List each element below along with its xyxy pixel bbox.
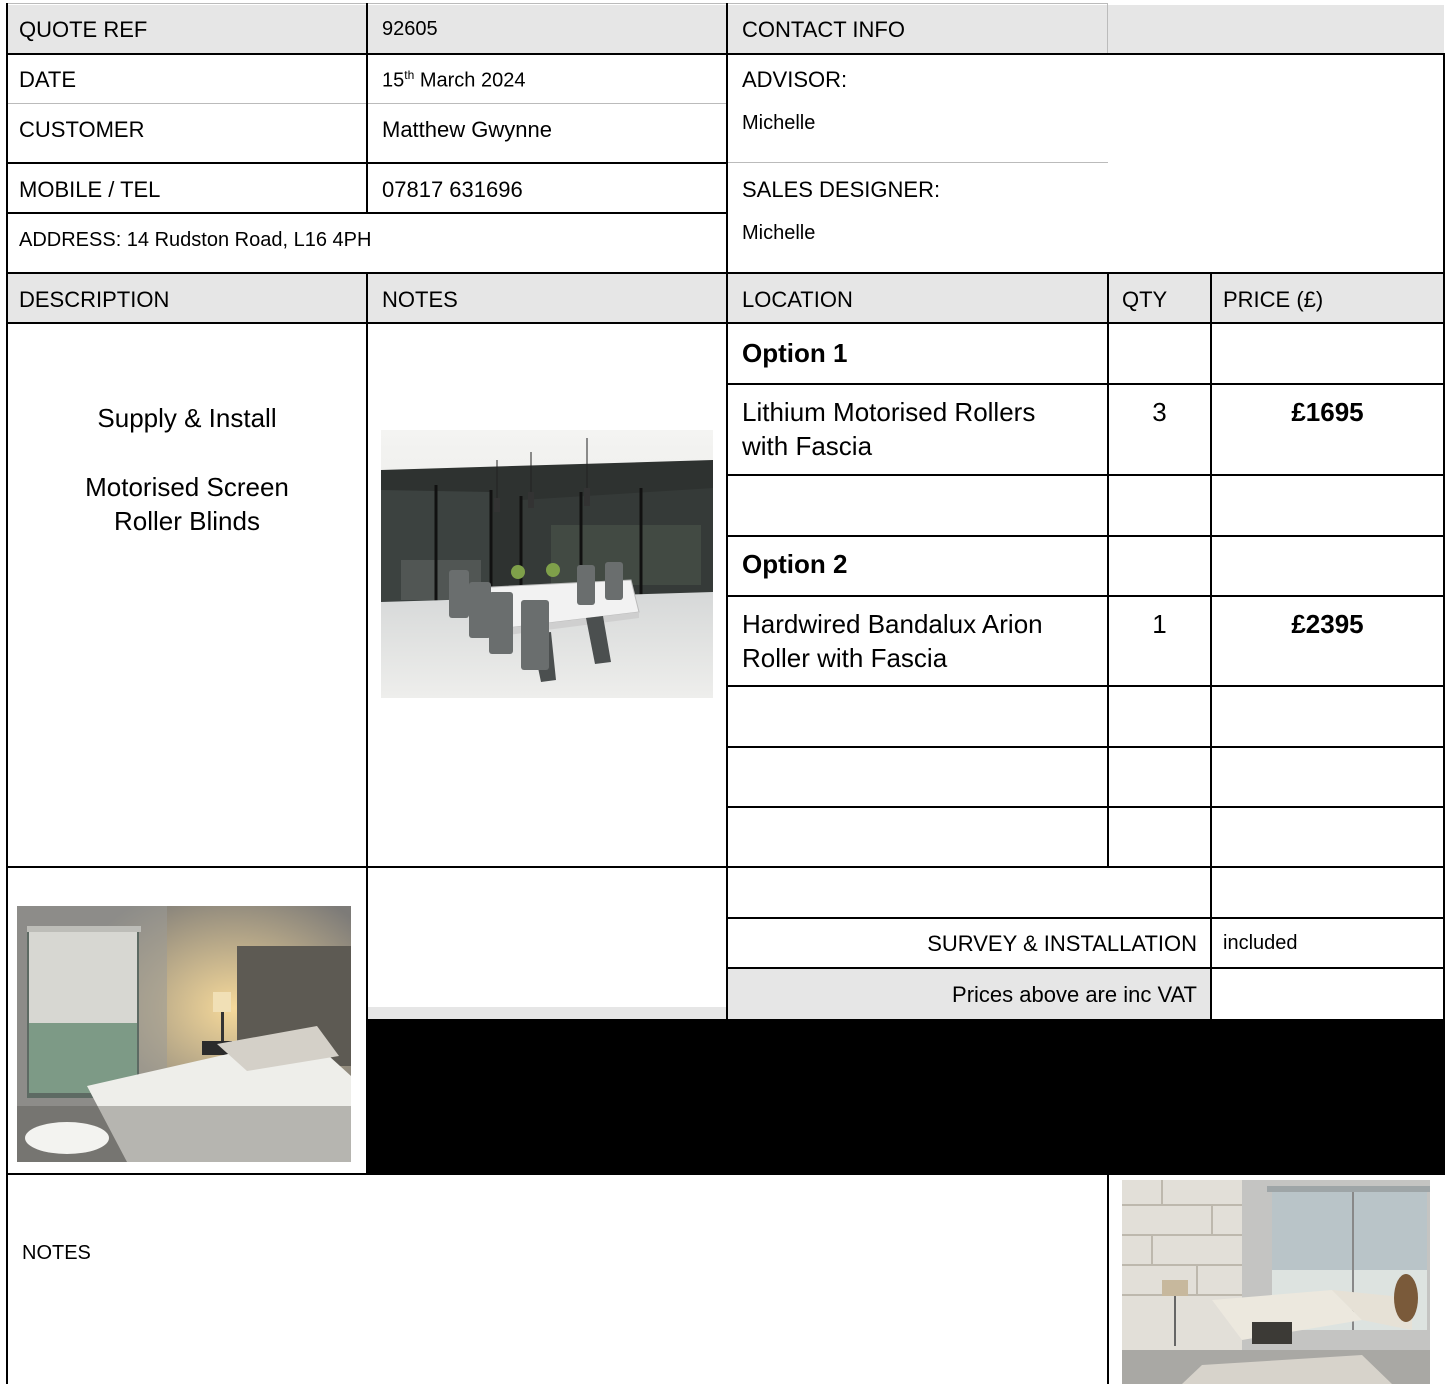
item-1-qty: 3 [1152, 397, 1167, 427]
col-qty: QTY [1122, 287, 1168, 312]
sales-designer-value: Michelle [742, 222, 816, 244]
item-1-location-line1: Lithium Motorised Rollers [742, 397, 1036, 427]
dining-room-photo [381, 430, 713, 698]
bedroom-photo [17, 906, 351, 1162]
notes-gap-bg [368, 1007, 728, 1019]
sales-designer-label: SALES DESIGNER: [742, 177, 941, 202]
item-2-location-line1: Hardwired Bandalux Arion [742, 609, 1043, 639]
quote-ref-value: 92605 [382, 18, 438, 40]
customer-value: Matthew Gwynne [382, 117, 552, 142]
col-notes: NOTES [382, 287, 458, 312]
item-2-location-line2: Roller with Fascia [742, 643, 948, 673]
description-line2: Motorised Screen [85, 472, 289, 502]
item-1-location-line2: with Fascia [742, 431, 873, 461]
living-room-photo [1122, 1180, 1430, 1384]
description-line3: Roller Blinds [114, 506, 260, 536]
customer-label: CUSTOMER [19, 117, 145, 142]
contact-info-label: CONTACT INFO [742, 17, 905, 42]
mobile-value: 07817 631696 [382, 177, 523, 202]
redacted-block [367, 1019, 1444, 1175]
mobile-label: MOBILE / TEL [19, 177, 161, 202]
col-description: DESCRIPTION [19, 287, 170, 312]
description-line1: Supply & Install [97, 403, 277, 433]
option-1-label: Option 1 [742, 338, 848, 368]
vat-note: Prices above are inc VAT [952, 982, 1197, 1007]
survey-installation-label: SURVEY & INSTALLATION [927, 931, 1197, 956]
option-2-label: Option 2 [742, 549, 848, 579]
col-price: PRICE (£) [1223, 287, 1324, 312]
item-1-price: £1695 [1291, 397, 1364, 427]
quote-ref-label: QUOTE REF [19, 17, 148, 42]
date-value: 15th March 2024 [382, 68, 526, 92]
advisor-label: ADVISOR: [742, 67, 848, 92]
address: ADDRESS: 14 Rudston Road, L16 4PH [19, 229, 372, 251]
item-2-price: £2395 [1291, 609, 1364, 639]
survey-installation-value: included [1223, 932, 1298, 954]
item-2-qty: 1 [1152, 609, 1167, 639]
col-location: LOCATION [742, 287, 853, 312]
advisor-value: Michelle [742, 112, 816, 134]
notes-label: NOTES [22, 1242, 91, 1264]
date-label: DATE [19, 67, 77, 92]
